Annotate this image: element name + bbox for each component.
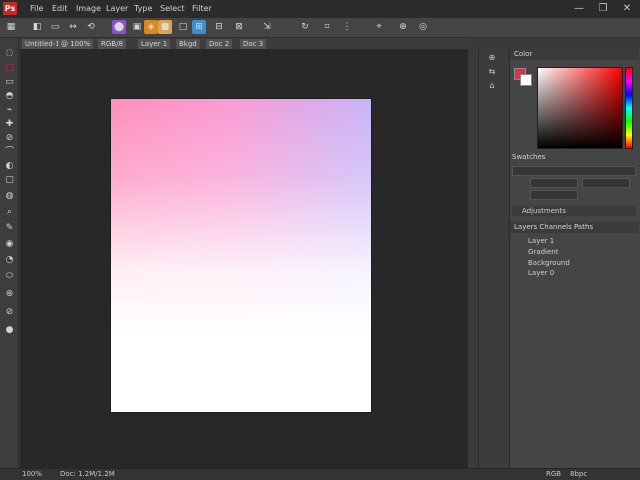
align-icon[interactable]: ⊟ [212,20,226,34]
target-icon[interactable]: ⌖ [372,20,386,34]
tab-layer[interactable]: Layer 1 [138,39,171,49]
tab-mode[interactable]: RGB/8 [98,39,126,49]
stroke-icon[interactable]: □ [176,20,190,34]
path-select-tool-icon[interactable]: ⊛ [3,288,16,301]
tool-preset-icon[interactable]: ◧ [30,20,44,34]
swatches-row[interactable]: Swatches [512,152,545,162]
eraser-tool-icon[interactable]: ◍ [3,190,16,203]
dodge-tool-icon[interactable]: ◉ [3,238,16,251]
blur-tool-icon[interactable]: ✎ [3,222,16,235]
value-field-2[interactable] [582,178,630,188]
doc-info: Doc: 1.2M/1.2M [60,470,115,478]
move-tool-icon[interactable]: ◌ [3,47,16,60]
maximize-button[interactable]: ❐ [596,2,610,16]
layer-row-4[interactable]: Layer 0 [512,268,554,278]
blue-swatch-icon[interactable]: ⊞ [192,20,206,34]
status-depth: 8bpc [570,470,588,478]
layer-row-1[interactable]: Layer 1 [512,236,554,246]
more-icon[interactable]: ⋮ [340,20,354,34]
layer-row-3[interactable]: Background [512,258,570,268]
layers-panel-header[interactable]: Layers Channels Paths [510,222,639,233]
distribute-icon[interactable]: ⊠ [232,20,246,34]
document-canvas[interactable] [111,99,371,412]
hand-tool-icon[interactable]: ● [3,324,16,337]
color-picker-field[interactable] [537,67,623,149]
zoom-readout[interactable]: 100% [22,470,42,479]
type-tool-icon[interactable]: ⬭ [3,270,16,283]
menu-edit[interactable]: Edit [52,3,68,15]
quick-select-tool-icon[interactable]: ◓ [3,90,16,103]
home-icon[interactable]: ▦ [4,20,18,34]
grid-icon[interactable]: ⌗ [320,20,334,34]
tab-doc3[interactable]: Doc 3 [240,39,267,49]
menu-select[interactable]: Select [160,3,185,15]
marquee-tool-icon[interactable]: ⬚ [3,62,16,75]
new-selection-icon[interactable]: ▭ [48,20,62,34]
status-mode: RGB [546,470,562,478]
actions-panel-icon[interactable]: ⇆ [485,66,499,78]
close-button[interactable]: ✕ [620,2,634,16]
color-panel-header[interactable]: Color [510,49,639,60]
rotate-icon[interactable]: ⟲ [84,20,98,34]
hue-slider[interactable] [625,67,633,149]
refresh-icon[interactable]: ↻ [298,20,312,34]
add-selection-icon[interactable]: ↔ [66,20,80,34]
app-logo: Ps [3,2,17,15]
brush-tool-icon[interactable]: ⌒ [3,146,16,159]
transform-icon[interactable]: ⇲ [260,20,274,34]
eyedropper-tool-icon[interactable]: ✚ [3,118,16,131]
healing-tool-icon[interactable]: ⊘ [3,132,16,145]
gradient-tool-icon[interactable]: ⌕ [3,206,16,219]
shape-tool-icon[interactable]: ⊘ [3,306,16,319]
tab-untitled[interactable]: Untitled-1 [22,39,63,49]
collapsed-panel-dock [478,49,508,468]
menu-file[interactable]: File [30,3,43,15]
clone-tool-icon[interactable]: ◐ [3,160,16,173]
purple-swatch-icon[interactable]: ⬤ [112,20,126,34]
value-field-3[interactable] [530,190,578,200]
crop-tool-icon[interactable]: ⌁ [3,104,16,117]
layer-row-2[interactable]: Gradient [512,247,558,257]
frame-icon[interactable]: ▣ [130,20,144,34]
minimize-button[interactable]: — [572,2,586,16]
swatch-strip [512,166,636,176]
adjustments-row[interactable]: Adjustments [512,206,636,216]
menu-type[interactable]: Type [134,3,152,15]
tab-zoom[interactable]: @ 100% [58,39,94,49]
history-panel-icon[interactable]: ⊕ [485,52,499,64]
pen-tool-icon[interactable]: ◔ [3,254,16,267]
background-color-swatch[interactable] [520,74,532,86]
add-icon[interactable]: ⊕ [396,20,410,34]
libraries-panel-icon[interactable]: ⌂ [485,80,499,92]
menu-filter[interactable]: Filter [192,3,212,15]
settings-icon[interactable]: ◎ [416,20,430,34]
orange-swatch-icon[interactable]: ◈ [144,20,158,34]
lasso-tool-icon[interactable]: ▭ [3,76,16,89]
fill-icon[interactable]: ■ [158,20,172,34]
tab-doc2[interactable]: Doc 2 [206,39,233,49]
tab-bkgd[interactable]: Bkgd [176,39,200,49]
value-field-1[interactable] [530,178,578,188]
menu-image[interactable]: Image [76,3,101,15]
history-brush-tool-icon[interactable]: ▢ [3,174,16,187]
menu-layer[interactable]: Layer [106,3,128,15]
